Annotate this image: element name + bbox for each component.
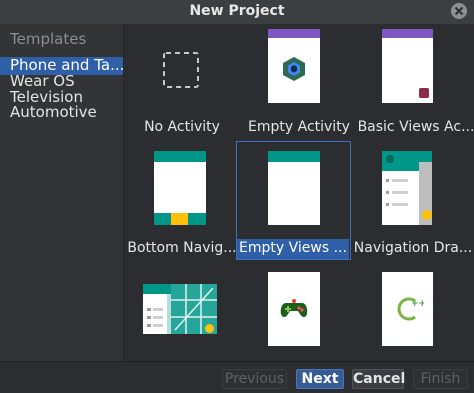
bottom-nav-icon [154,213,206,225]
gamepad-icon [280,299,308,317]
template-label: Navigation Dra... [353,240,473,256]
responsive-grid-icon [143,284,217,334]
phone-preview [382,151,432,225]
phone-preview: ++ [382,272,433,346]
cpp-icon: ++ [397,297,424,321]
drawer-icon [382,151,419,225]
finish-button[interactable]: Finish [413,369,468,389]
cancel-button[interactable]: Cancel [352,369,405,389]
fab-icon [419,88,429,98]
template-basic-views-activity[interactable]: Basic Views Ac... [358,29,474,147]
template-responsive-views[interactable] [125,271,239,361]
phone-preview [382,29,433,103]
template-bottom-navigation[interactable]: Bottom Navig... [125,150,239,268]
title-bar: New Project [0,0,474,24]
template-label: Bottom Navig... [127,240,237,256]
sidebar-item-automotive[interactable]: Automotive [0,104,123,122]
svg-text:++: ++ [411,299,424,309]
app-bar [268,29,320,38]
template-label: No Activity [144,119,220,135]
phone-preview [268,272,320,346]
window-title: New Project [189,3,285,19]
app-bar [154,151,206,162]
dialog-footer: Previous Next Cancel Finish [0,361,474,393]
template-category-sidebar: Templates Phone and Ta... Wear OS Televi… [0,24,124,361]
template-empty-activity[interactable]: Empty Activity [242,29,356,147]
template-grid: No Activity Empty Activity Basic Views A… [124,24,474,361]
template-empty-views-activity[interactable]: Empty Views ... [236,141,351,260]
template-label: Empty Activity [248,119,350,135]
template-label: Empty Views ... [237,239,349,259]
app-bar [382,29,433,38]
template-no-activity[interactable]: No Activity [125,29,239,147]
template-native-cpp[interactable]: ++ [359,271,473,361]
dashed-square-icon [163,52,199,88]
previous-button[interactable]: Previous [222,369,287,389]
phone-preview [268,29,320,103]
compose-cube-icon [283,57,305,81]
phone-preview [268,151,320,225]
next-button[interactable]: Next [296,369,344,389]
close-icon[interactable] [450,2,468,20]
template-label: Basic Views Ac... [357,119,474,135]
phone-preview [154,151,206,225]
empty-views-icon [268,151,320,162]
template-game-activity[interactable] [242,271,356,361]
template-navigation-drawer[interactable]: Navigation Dra... [354,150,472,268]
templates-header: Templates [10,30,87,48]
